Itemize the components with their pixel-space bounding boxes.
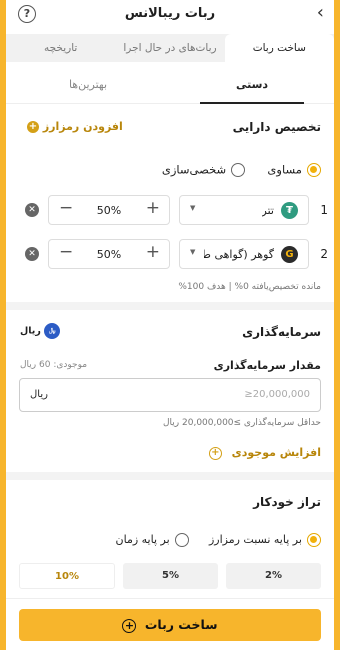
asset-select-2[interactable]: G گوهر (گواهی ط ▼ — [179, 239, 309, 269]
tab-history[interactable]: تاریخچه — [6, 34, 115, 62]
radio-ratio-based[interactable]: بر پایه نسبت رمزارز — [204, 529, 321, 548]
chevron-down-icon: ▼ — [190, 204, 196, 212]
percent-stepper-1[interactable]: − 50% + — [48, 195, 170, 225]
increase-balance-label: افزایش موجودی — [231, 446, 321, 459]
create-bot-button[interactable]: ساخت ربات + — [19, 609, 321, 641]
row-index-1: 1 — [320, 203, 328, 217]
radio-ratio-label: بر پایه نسبت رمزارز — [208, 533, 302, 546]
percent-stepper-2[interactable]: − 50% + — [48, 239, 170, 269]
amount-placeholder: ≥20,000,000 — [244, 389, 310, 400]
radio-equal[interactable]: مساوی — [262, 159, 321, 178]
auto-balance-title: تراز خودکار — [253, 495, 321, 509]
radio-time-label: بر پایه زمان — [115, 533, 170, 546]
threshold-2-button[interactable]: 2% — [226, 563, 321, 589]
mode-radio-group: مساوی شخصی‌سازی — [162, 159, 321, 178]
add-asset-label: افزودن رمزارز — [42, 120, 123, 133]
plus-icon[interactable]: + — [146, 198, 160, 218]
tether-icon: ₮ — [281, 202, 298, 219]
investment-title: سرمایه‌گذاری — [242, 325, 321, 339]
remaining-allocation-text: مانده تخصیص‌یافته 0% | هدف 100% — [178, 282, 321, 292]
add-asset-button[interactable]: افزودن رمزارز + — [27, 120, 123, 133]
subtab-best[interactable]: بهترین‌ها — [6, 62, 170, 103]
balance-mode-radio-group: بر پایه نسبت رمزارز بر پایه زمان — [116, 529, 321, 548]
asset-name-2: گوهر (گواهی ط — [204, 248, 274, 261]
tab-running-bots[interactable]: ربات‌های در حال اجرا — [115, 34, 224, 62]
page-title: ربات ریبالانس — [124, 6, 216, 21]
asset-select-1[interactable]: ₮ تتر ▼ — [179, 195, 309, 225]
currency-label: ریال — [20, 325, 41, 337]
radio-unchecked-icon — [231, 162, 246, 177]
plus-circle-icon: + — [27, 121, 39, 133]
remove-row-1-icon[interactable]: ✕ — [25, 203, 39, 217]
radio-custom-label: شخصی‌سازی — [161, 162, 227, 177]
create-bot-label: ساخت ربات — [144, 617, 218, 632]
input-unit: ریال — [30, 389, 48, 400]
plus-icon[interactable]: + — [146, 242, 160, 262]
threshold-5-button[interactable]: 5% — [123, 563, 218, 589]
app-sheet: ? ربات ریبالانس ‹ ساخت ربات ربات‌های در … — [6, 0, 334, 650]
radio-custom[interactable]: شخصی‌سازی — [161, 159, 246, 178]
plus-circle-icon: + — [122, 618, 137, 633]
radio-unchecked-icon — [174, 532, 189, 547]
subtab-manual[interactable]: دستی — [170, 62, 334, 104]
min-investment-text: حداقل سرمایه‌گذاری ≥20,000,000 ریال — [163, 418, 321, 428]
row-index-2: 2 — [320, 247, 328, 261]
asset-name-1: تتر — [261, 204, 274, 217]
sub-tabs: دستی بهترین‌ها — [6, 62, 334, 104]
remove-row-2-icon[interactable]: ✕ — [25, 247, 39, 261]
section-divider — [6, 302, 334, 310]
main-tabs: ساخت ربات ربات‌های در حال اجرا تاریخچه — [6, 34, 334, 62]
tab-create-bot[interactable]: ساخت ربات — [224, 34, 334, 62]
investment-amount-field[interactable]: ریال ≥20,000,000 — [19, 378, 321, 412]
section-divider — [6, 472, 334, 480]
increase-balance-button[interactable]: افزایش موجودی + — [208, 446, 321, 460]
radio-time-based[interactable]: بر پایه زمان — [116, 529, 189, 548]
threshold-10-button[interactable]: 10% — [19, 563, 115, 589]
app-header: ? ربات ریبالانس ‹ — [6, 0, 334, 30]
currency-badge: ﷼ ریال — [20, 323, 61, 339]
plus-circle-icon: + — [208, 446, 222, 460]
chevron-down-icon: ▼ — [190, 248, 196, 256]
gold-coin-icon: G — [281, 246, 298, 263]
radio-checked-icon — [307, 162, 321, 177]
radio-checked-icon — [307, 532, 321, 547]
allocation-title: تخصیص دارایی — [232, 120, 321, 134]
rial-icon: ﷼ — [44, 323, 61, 339]
balance-text: موجودی: 60 ریال — [20, 360, 88, 370]
radio-equal-label: مساوی — [267, 162, 302, 177]
amount-label: مقدار سرمایه‌گذاری — [213, 359, 321, 372]
footer-divider — [6, 598, 334, 599]
back-chevron-icon[interactable]: ‹ — [317, 3, 324, 23]
